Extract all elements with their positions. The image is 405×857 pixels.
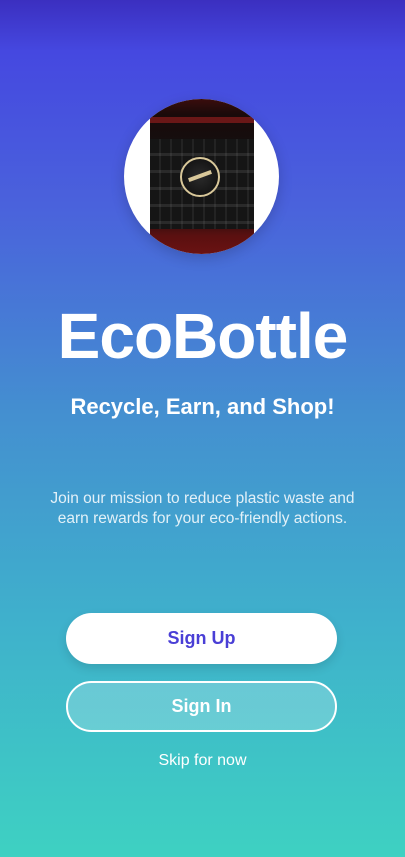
sign-up-button[interactable]: Sign Up	[66, 613, 337, 664]
sign-in-button[interactable]: Sign In	[66, 681, 337, 732]
app-title: EcoBottle	[57, 300, 349, 372]
logo-emblem-icon	[180, 157, 220, 197]
mission-text: Join our mission to reduce plastic waste…	[50, 490, 355, 527]
skip-link[interactable]: Skip for now	[0, 750, 405, 772]
tagline: Recycle, Earn, and Shop!	[70, 394, 335, 419]
welcome-screen: EcoBottle Recycle, Earn, and Shop! Join …	[0, 0, 405, 857]
app-logo-image	[150, 99, 254, 254]
logo-emblem-bar	[188, 170, 212, 182]
logo-photo-ceiling	[150, 117, 254, 123]
app-logo	[124, 99, 279, 254]
